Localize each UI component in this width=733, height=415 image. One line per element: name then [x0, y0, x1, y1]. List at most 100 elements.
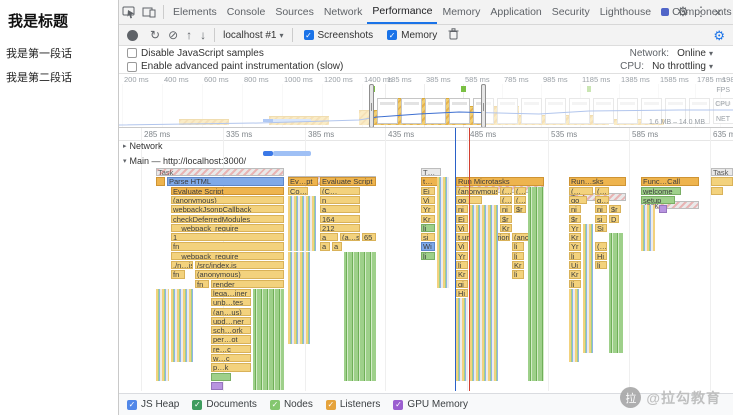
legend-checkbox-js-heap[interactable]: ✓	[127, 399, 137, 410]
flame-block[interactable]: (…	[500, 186, 512, 195]
flame-block[interactable]: $r	[569, 214, 581, 223]
flame-block[interactable]: n	[320, 195, 360, 205]
flame-block[interactable]: (anonymous)	[195, 270, 284, 279]
flame-block[interactable]: Run…sks	[569, 177, 626, 186]
task-bar[interactable]: Task	[156, 168, 284, 177]
flame-block[interactable]: (…	[595, 242, 607, 251]
flame-block[interactable]: Vi	[456, 242, 468, 251]
flame-block[interactable]: Func…Call	[641, 177, 699, 186]
flame-block[interactable]: ni	[595, 205, 607, 214]
flame-block[interactable]: Kr	[456, 270, 468, 279]
flame-block[interactable]	[253, 288, 284, 391]
flame-block[interactable]: a	[320, 242, 330, 251]
flame-block[interactable]	[211, 372, 231, 381]
flame-block[interactable]: Yr	[456, 251, 468, 260]
flame-block[interactable]	[659, 205, 667, 214]
flame-block[interactable]: Yr	[421, 205, 435, 214]
flame-block[interactable]: Hi	[595, 251, 607, 260]
flame-block[interactable]: p…k	[211, 363, 251, 372]
flame-block[interactable]: (…	[569, 186, 593, 195]
flame-block[interactable]: Parse HTML	[167, 177, 284, 186]
flame-block[interactable]: Vi	[421, 195, 435, 205]
flame-block[interactable]: ./n…js	[171, 261, 193, 270]
flame-block[interactable]	[156, 288, 169, 381]
flame-block[interactable]: 65	[362, 233, 376, 242]
flame-block[interactable]: Kr	[569, 270, 581, 279]
flame-block[interactable]	[711, 177, 733, 186]
flame-block[interactable]: Kr	[512, 261, 524, 270]
flame-block[interactable]	[437, 177, 449, 288]
flame-block[interactable]: __webpack_require__	[171, 223, 284, 233]
legend-checkbox-nodes[interactable]: ✓	[269, 399, 280, 410]
flame-block[interactable]	[470, 205, 498, 381]
flame-block[interactable]: Ev…pt	[288, 177, 318, 186]
flame-block[interactable]: li	[421, 223, 435, 233]
flame-block[interactable]: per…ot	[211, 335, 251, 344]
flame-block[interactable]	[609, 233, 623, 353]
flame-block[interactable]: li	[569, 279, 581, 288]
flame-block[interactable]: (an…us)	[211, 307, 251, 316]
flame-block[interactable]: Evaluate Script	[171, 186, 284, 195]
flame-block[interactable]: g…	[595, 195, 609, 205]
flame-block[interactable]: si	[421, 233, 435, 242]
flame-block[interactable]: a	[332, 242, 342, 251]
flame-block[interactable]: Evaluate Script	[320, 177, 376, 186]
flame-block[interactable]	[171, 288, 193, 363]
flame-block[interactable]: lega…iner	[211, 288, 251, 298]
flame-block[interactable]	[156, 177, 165, 186]
flame-block[interactable]: fn	[171, 242, 284, 251]
legend-checkbox-gpu-memory[interactable]: ✓	[393, 399, 404, 410]
flame-block[interactable]: Co…t	[288, 186, 308, 195]
flame-block[interactable]: (…	[514, 195, 526, 205]
flame-block[interactable]	[288, 195, 316, 251]
flame-block[interactable]: qi	[456, 279, 468, 288]
flame-block[interactable]: __webpack_require__	[171, 251, 284, 260]
flame-block[interactable]: $r	[500, 214, 512, 223]
flame-block[interactable]: (anonymous)	[171, 195, 284, 205]
flame-block[interactable]: (a…s)	[340, 233, 360, 242]
flame-block[interactable]: D	[609, 214, 619, 223]
flame-block[interactable]: w…c	[211, 354, 251, 363]
flame-block[interactable]: Si	[595, 223, 607, 233]
flame-block[interactable]: checkDeferredModules	[171, 214, 284, 223]
flame-block[interactable]: 164	[320, 214, 360, 223]
flame-block[interactable]: a	[320, 233, 338, 242]
flame-block[interactable]: fn	[171, 270, 185, 279]
flame-block[interactable]	[569, 288, 579, 363]
legend-checkbox-documents[interactable]: ✓	[192, 399, 203, 410]
flame-block[interactable]: welcome	[641, 186, 681, 195]
flame-block[interactable]: webpackJsonpCallback	[171, 205, 284, 214]
flame-block[interactable]: li	[595, 261, 607, 270]
flame-block[interactable]: li	[569, 251, 581, 260]
flame-block[interactable]: ni	[569, 205, 581, 214]
flame-block[interactable]: sch…ork	[211, 326, 251, 335]
flame-block[interactable]	[288, 251, 310, 344]
flame-block[interactable]: li	[421, 251, 435, 260]
flame-block[interactable]: /src/index.js	[195, 261, 284, 270]
flame-block[interactable]: Ei	[421, 186, 435, 195]
flame-block[interactable]: setup	[641, 195, 675, 205]
flame-block[interactable]: li	[456, 261, 468, 270]
flame-block[interactable]: Ei	[456, 214, 468, 223]
task-bar[interactable]: T…	[421, 168, 441, 177]
flame-block[interactable]: (…	[595, 186, 609, 195]
flame-block[interactable]: $r	[609, 205, 621, 214]
flame-block[interactable]: a	[320, 205, 360, 214]
flame-block[interactable]: li	[512, 270, 524, 279]
flame-block[interactable]: (…	[500, 195, 512, 205]
flame-block[interactable]: li	[512, 251, 524, 260]
flame-block[interactable]	[211, 381, 223, 391]
flame-block[interactable]: 1	[171, 233, 284, 242]
flame-block[interactable]	[583, 223, 593, 353]
flame-block[interactable]: li	[512, 242, 524, 251]
flame-block[interactable]: render	[211, 279, 284, 288]
flame-block[interactable]: Kr	[569, 233, 581, 242]
flame-block[interactable]	[344, 251, 376, 381]
flame-block[interactable]: Ui	[569, 261, 581, 270]
flame-block[interactable]	[456, 298, 468, 381]
flame-block[interactable]: re…c	[211, 344, 251, 353]
flame-block[interactable]: Vi	[456, 223, 468, 233]
flame-block[interactable]: (anonymous)	[456, 186, 498, 195]
legend-checkbox-listeners[interactable]: ✓	[325, 399, 336, 410]
flame-block[interactable]: go	[569, 195, 587, 205]
